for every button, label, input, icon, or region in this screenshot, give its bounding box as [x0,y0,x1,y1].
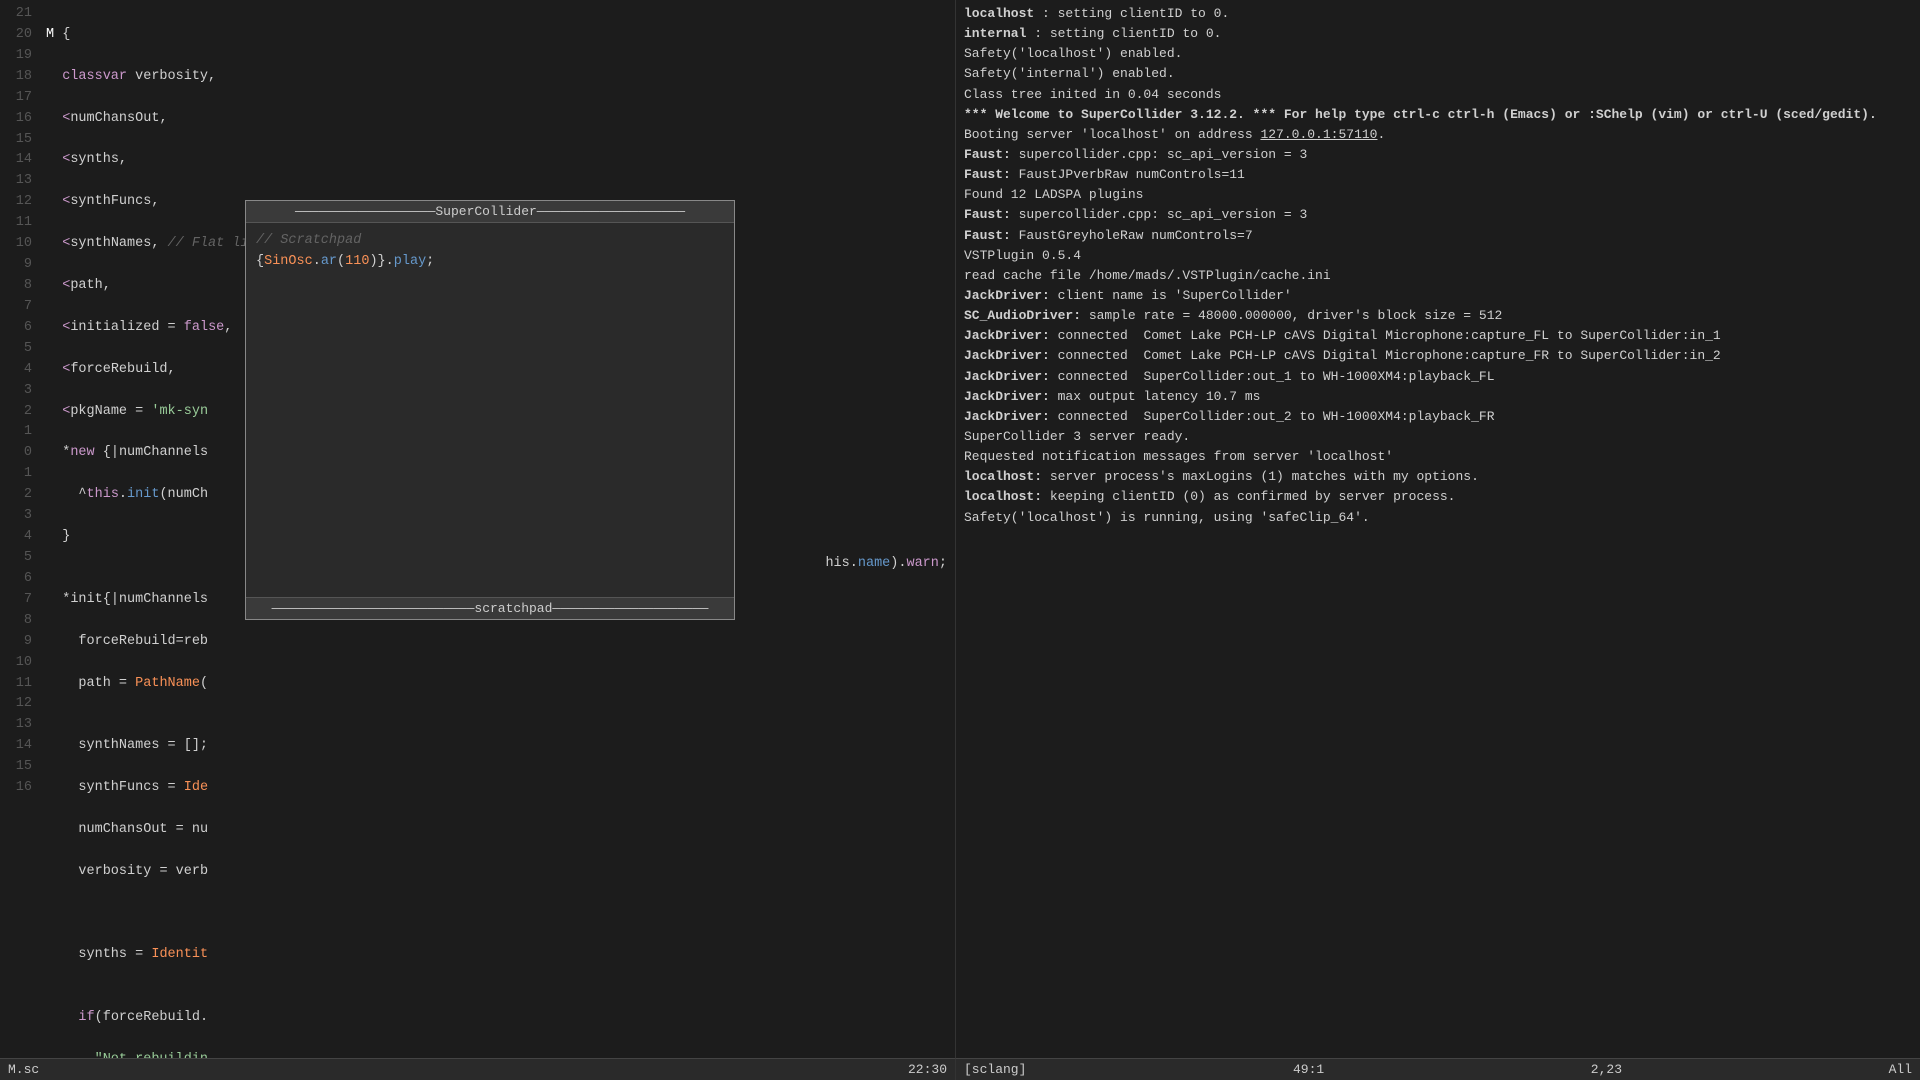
console-line: JackDriver: connected SuperCollider:out_… [964,407,1912,427]
console-line: JackDriver: client name is 'SuperCollide… [964,286,1912,306]
scratchpad-content[interactable]: // Scratchpad {SinOsc.ar(110)}.play; [246,223,734,597]
console-line: Safety('localhost') enabled. [964,44,1912,64]
console-line: Faust: FaustJPverbRaw numControls=11 [964,165,1912,185]
console-line: *** Welcome to SuperCollider 3.12.2. ***… [964,105,1912,125]
console-line: Faust: supercollider.cpp: sc_api_version… [964,205,1912,225]
console-line: localhost: keeping clientID (0) as confi… [964,487,1912,507]
console-mode: [sclang] [964,1062,1026,1077]
console-line: localhost: server process's maxLogins (1… [964,467,1912,487]
editor-pane[interactable]: 21 20 19 18 17 16 15 14 13 12 11 10 9 8 … [0,0,955,1058]
console-pane: localhost : setting clientID to 0. inter… [955,0,1920,1058]
scratchpad-overlay[interactable]: ——————————————————SuperCollider—————————… [245,200,735,620]
console-line: Requested notification messages from ser… [964,447,1912,467]
console-line: Booting server 'localhost' on address 12… [964,125,1912,145]
console-line: Class tree inited in 0.04 seconds [964,85,1912,105]
line-numbers: 21 20 19 18 17 16 15 14 13 12 11 10 9 8 … [0,0,38,1058]
console-line: internal : setting clientID to 0. [964,24,1912,44]
console-line: Found 12 LADSPA plugins [964,185,1912,205]
editor-filename: M.sc [8,1062,39,1077]
console-line: JackDriver: connected SuperCollider:out_… [964,367,1912,387]
editor-time: 22:30 [908,1062,947,1077]
console-line: JackDriver: max output latency 10.7 ms [964,387,1912,407]
status-bar-left: M.sc 22:30 [0,1058,955,1080]
console-all: All [1889,1062,1912,1077]
console-line: SC_AudioDriver: sample rate = 48000.0000… [964,306,1912,326]
console-line: Faust: FaustGreyholeRaw numControls=7 [964,226,1912,246]
console-line: Safety('internal') enabled. [964,64,1912,84]
partial-code-right: his.name).warn; [825,556,955,571]
scratchpad-statusbar: ——————————————————————————scratchpad————… [246,597,734,619]
status-bars: M.sc 22:30 [sclang] 49:1 2,23 All [0,1058,1920,1080]
console-line: SuperCollider 3 server ready. [964,427,1912,447]
console-line: localhost : setting clientID to 0. [964,4,1912,24]
console-position: 2,23 [1591,1062,1622,1077]
scratchpad-titlebar: ——————————————————SuperCollider—————————… [246,201,734,223]
console-line: Faust: supercollider.cpp: sc_api_version… [964,145,1912,165]
status-bar-right: [sclang] 49:1 2,23 All [955,1058,1920,1080]
console-line: Safety('localhost') is running, using 's… [964,508,1912,528]
console-line: read cache file /home/mads/.VSTPlugin/ca… [964,266,1912,286]
console-line: VSTPlugin 0.5.4 [964,246,1912,266]
console-line: JackDriver: connected Comet Lake PCH-LP … [964,346,1912,366]
console-line: JackDriver: connected Comet Lake PCH-LP … [964,326,1912,346]
console-scroll: 49:1 [1293,1062,1324,1077]
